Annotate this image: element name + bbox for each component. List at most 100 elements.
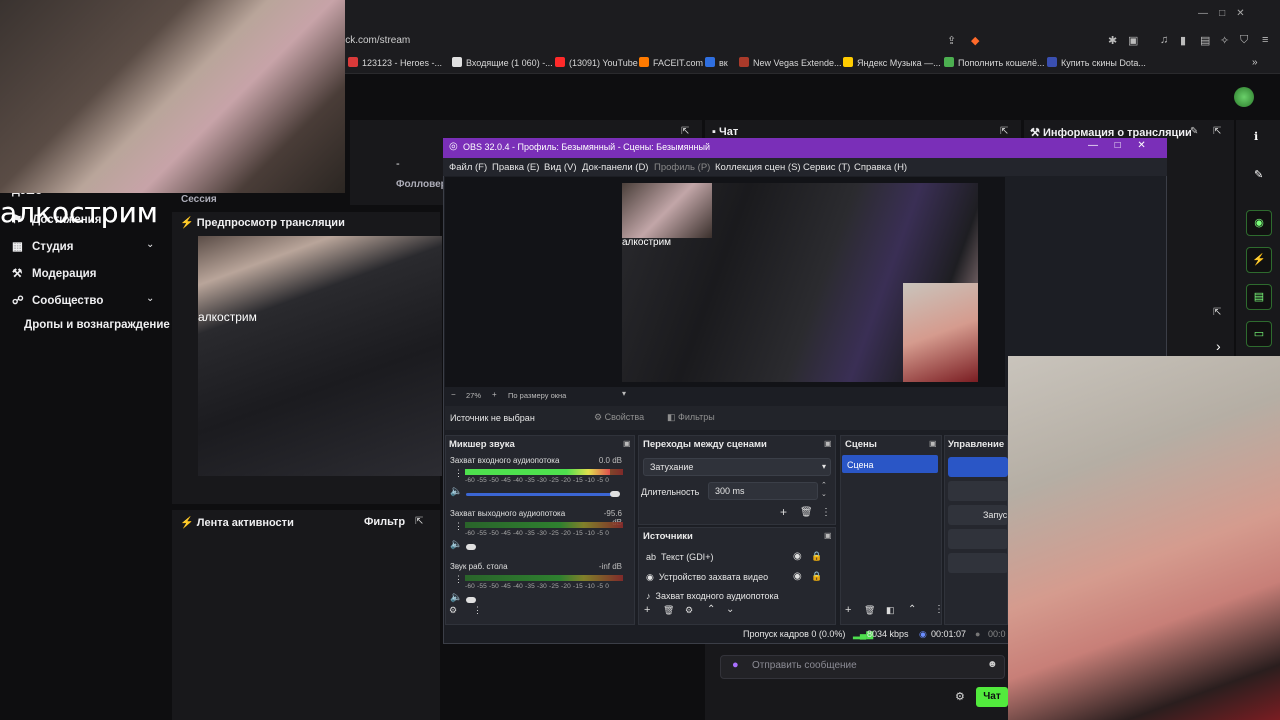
bookmark-item[interactable]: New Vegas Extende... (739, 57, 842, 68)
settings-button[interactable] (948, 553, 1008, 573)
chevron-right-icon[interactable]: › (1216, 338, 1221, 354)
share-icon[interactable]: ⇪ (947, 34, 956, 47)
menu-view[interactable]: Вид (V) (544, 162, 577, 173)
move-down-icon[interactable]: ⌄ (726, 604, 734, 615)
chevron-down-icon[interactable]: ⌄ (146, 293, 154, 304)
bookmark-item[interactable]: Пополнить кошелё... (944, 57, 1044, 68)
channel-menu-icon[interactable]: ⋮ (454, 574, 463, 585)
volume-knob[interactable] (610, 491, 620, 497)
duration-stepper[interactable]: ⌃ ⌄ (821, 481, 827, 499)
menu-scene-collection[interactable]: Коллекция сцен (S) (715, 162, 801, 173)
speaker-icon[interactable]: 🔈 (450, 539, 462, 550)
sidebar-item-moderation[interactable]: ⚒ Модерация (12, 266, 96, 280)
dock-float-icon[interactable]: ▣ (623, 439, 631, 448)
popout-icon[interactable]: ⇱ (1000, 126, 1008, 137)
sidebar-item-community[interactable]: ☍ Сообщество (12, 293, 103, 307)
bookmark-item[interactable]: Входящие (1 060) -... (452, 57, 553, 68)
volume-knob[interactable] (466, 544, 476, 550)
bookmark-item[interactable]: Купить скины Dota... (1047, 57, 1146, 68)
add-source-icon[interactable]: + (644, 604, 650, 616)
menu-file[interactable]: Файл (F) (449, 162, 487, 173)
bookmark-item[interactable]: 123123 - Heroes -... (348, 57, 442, 68)
studio-mode-button[interactable] (948, 529, 1008, 549)
scene-menu-icon[interactable]: ⋮ (934, 604, 944, 615)
popout-icon[interactable]: ⇱ (1213, 126, 1221, 137)
duration-input[interactable]: 300 ms (708, 482, 818, 500)
sidebar-item-studio[interactable]: ▦ Студия (12, 239, 73, 253)
lock-icon[interactable]: 🔒 (811, 551, 822, 562)
start-record-button[interactable] (948, 481, 1008, 501)
add-transition-icon[interactable]: + (780, 505, 787, 519)
transition-select[interactable]: Затухание ▾ (643, 458, 831, 476)
speaker-icon[interactable]: 🔈 (450, 592, 462, 603)
move-up-icon[interactable]: ⌃ (908, 604, 916, 615)
move-up-icon[interactable]: ⌃ (707, 604, 715, 615)
url-text[interactable]: ick.com/stream (343, 35, 410, 46)
channel-menu-icon[interactable]: ⋮ (454, 521, 463, 532)
extensions-icon[interactable]: ✱ (1108, 34, 1117, 47)
mixer-settings-icon[interactable]: ⚙ (449, 605, 457, 616)
gear-icon[interactable]: ⚙ (685, 605, 693, 616)
leo-icon[interactable]: ✧ (1220, 34, 1229, 47)
source-item-audio[interactable]: ♪ Захват входного аудиопотока (646, 591, 779, 601)
menu-docks[interactable]: Док-панели (D) (582, 162, 648, 173)
camera-icon[interactable]: ◉ (1246, 210, 1272, 236)
menu-edit[interactable]: Правка (E) (492, 162, 539, 173)
dock-float-icon[interactable]: ▣ (824, 439, 832, 448)
bookmark-item[interactable]: Яндекс Музыка —... (843, 57, 941, 68)
sidebar-item-drops[interactable]: Дропы и вознаграждение (24, 319, 170, 331)
menu-profile[interactable]: Профиль (P) (654, 162, 710, 173)
channel-menu-icon[interactable]: ⋮ (454, 468, 463, 479)
source-item-camera[interactable]: ◉ Устройство захвата видео (646, 572, 768, 583)
popout-icon[interactable]: ⇱ (1213, 307, 1221, 318)
lock-icon[interactable]: 🔒 (811, 571, 822, 582)
bookmark-item[interactable]: вк (705, 57, 728, 68)
eye-icon[interactable]: ◉ (793, 551, 802, 562)
menu-icon[interactable]: ≡ (1262, 34, 1268, 46)
wallet-icon[interactable]: ▤ (1200, 34, 1210, 47)
chevron-down-icon[interactable]: ▾ (622, 389, 626, 398)
dock-float-icon[interactable]: ▣ (929, 439, 937, 448)
emoji-icon[interactable]: ☻ (987, 659, 998, 670)
brave-shield-icon[interactable]: ◆ (971, 34, 979, 47)
chat-bubble-icon[interactable]: ▭ (1246, 321, 1272, 347)
chat-send-button[interactable]: Чат (976, 687, 1008, 707)
bolt-icon[interactable]: ⚡ (1246, 247, 1272, 273)
source-item-text[interactable]: ab Текст (GDI+) (646, 552, 713, 562)
edit-icon[interactable]: ✎ (1190, 126, 1198, 137)
transition-menu-icon[interactable]: ⋮ (821, 507, 831, 518)
reader-icon[interactable]: ▣ (1128, 34, 1138, 47)
mic-icon[interactable]: ● (732, 659, 739, 671)
chevron-down-icon[interactable]: ⌄ (146, 239, 154, 250)
gear-icon[interactable]: ⚙ (955, 690, 965, 703)
zoom-out-icon[interactable]: − (451, 390, 456, 399)
properties-button[interactable]: ⚙ Свойства (594, 412, 644, 423)
more-bookmarks-icon[interactable]: » (1252, 57, 1258, 68)
pencil-icon[interactable]: ✎ (1254, 168, 1263, 181)
bookmark-item[interactable]: (13091) YouTube (555, 57, 638, 68)
music-icon[interactable]: ♫ (1160, 34, 1168, 46)
activity-filter-button[interactable]: Фильтр (364, 516, 405, 528)
note-icon[interactable]: ▤ (1246, 284, 1272, 310)
zoom-in-icon[interactable]: + (492, 390, 497, 399)
volume-knob[interactable] (466, 597, 476, 603)
trash-icon[interactable]: 🗑 (663, 605, 674, 616)
zoom-fit-select[interactable]: По размеру окна (508, 391, 566, 400)
vpn-icon[interactable]: ⛉ (1240, 34, 1248, 47)
menu-help[interactable]: Справка (H) (854, 162, 907, 173)
trash-icon[interactable]: 🗑 (864, 605, 875, 616)
popout-icon[interactable]: ⇱ (415, 516, 423, 527)
add-scene-icon[interactable]: + (845, 604, 851, 616)
info-icon[interactable]: ℹ (1254, 130, 1258, 143)
trash-icon[interactable]: 🗑 (800, 507, 813, 518)
popout-icon[interactable]: ⇱ (681, 126, 689, 137)
speaker-icon[interactable]: 🔈 (450, 486, 462, 497)
dock-float-icon[interactable]: ▣ (824, 531, 832, 540)
menu-tools[interactable]: Сервис (T) (803, 162, 850, 173)
filter-icon[interactable]: ◧ (886, 605, 895, 616)
filters-button[interactable]: ◧ Фильтры (667, 412, 715, 423)
avatar[interactable] (1234, 87, 1254, 107)
bookmark-item[interactable]: FACEIT.com (639, 57, 703, 68)
sidebar-icon[interactable]: ▮ (1180, 34, 1186, 47)
mixer-menu-icon[interactable]: ⋮ (473, 605, 482, 616)
